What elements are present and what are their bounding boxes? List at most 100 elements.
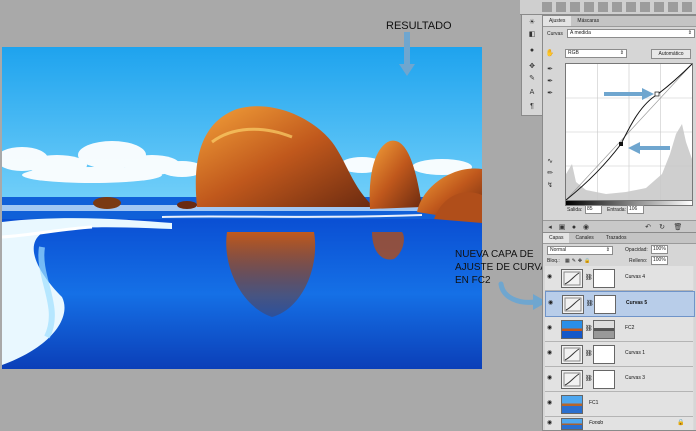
layer-row-fc2[interactable]: ◉ ⛓ FC2 [545,317,693,342]
curves-graph-svg [565,63,693,201]
eyedropper-icon[interactable]: ✎ [527,73,537,83]
target-adjust-icon[interactable]: ✋ [545,48,555,58]
auto-button[interactable]: Automático [651,49,691,59]
seascape-photo [2,47,482,369]
tab-capas[interactable]: Capas [543,233,570,243]
eye-icon[interactable]: ◉ [547,274,555,280]
image-thumb [561,395,583,414]
document-canvas-photo[interactable] [2,47,482,369]
eye-icon[interactable]: ◉ [547,420,555,426]
visibility-icon[interactable]: ◉ [581,222,591,232]
layers-tabbar: Capas Canales Trazados [543,233,696,244]
layer-row-curvas-3[interactable]: ◉ ⛓ Curvas 3 [545,367,693,392]
input-label: Entrada: [607,207,626,213]
reset-icon[interactable]: ↻ [657,222,667,232]
link-icon: ⛓ [585,275,593,281]
fill-label: Relleno: [629,258,648,264]
preset-label: Curvas [547,31,563,37]
previous-state-icon[interactable]: ↶ [643,222,653,232]
layer-row-curvas-4[interactable]: ◉ ⛓ Curvas 4 [545,266,693,291]
lock-icons[interactable]: ▦✎✥🔒 [565,258,592,264]
layer-row-fondo[interactable]: ◉ Fondo 🔒 [545,417,693,430]
eye-icon[interactable]: ◉ [548,300,556,306]
expand-icon[interactable]: ▣ [557,222,567,232]
output-field[interactable]: 85 [585,205,602,214]
curves-adjustment-icon [562,295,584,314]
eye-icon[interactable]: ◉ [547,375,555,381]
top-dock-strip [520,0,696,15]
smooth-icon[interactable]: ↯ [545,180,555,190]
layer-name: FC2 [625,325,635,331]
layer-row-curvas-1[interactable]: ◉ ⛓ Curvas 1 [545,342,693,367]
link-icon: ⛓ [585,326,593,332]
image-thumb [561,320,583,339]
swatch-strip[interactable] [542,2,694,12]
layer-mask-thumb[interactable] [593,345,615,364]
layer-row-curvas-5[interactable]: ◉ ⛓ Curvas 5 [545,291,695,317]
link-icon: ⛓ [585,351,593,357]
adjustments-tabbar: Ajustes Máscaras [543,16,696,27]
layer-mask-thumb[interactable] [593,320,615,339]
image-thumb [561,418,583,430]
eye-icon[interactable]: ◉ [547,325,555,331]
layer-mask-thumb[interactable] [593,269,615,288]
tab-trazados[interactable]: Trazados [600,233,633,243]
layer-name: Curvas 3 [625,375,646,381]
preset-value: A medida [570,30,591,36]
curves-adjustment-icon [561,269,583,288]
curve-points-icon[interactable]: ∿ [545,156,555,166]
layer-mask-thumb[interactable] [593,370,615,389]
preset-select[interactable]: A medida ⇕ [567,29,695,38]
channel-value: RGB [568,50,579,56]
blend-mode-value: Normal [550,247,567,253]
layer-list: ◉ ⛓ Curvas 4 ◉ ⛓ Curvas 5 ◉ ⛓ FC2 ◉ ⛓ Cu… [545,266,695,430]
clip-icon[interactable]: ● [569,222,579,232]
layer-mask-thumb[interactable] [594,295,616,314]
layers-panel: Capas Canales Trazados Normal ⇕ Opacidad: … [542,232,696,431]
trash-icon[interactable]: 🗑 [673,222,683,232]
sun-icon[interactable]: ☀ [527,17,537,27]
layer-name: Curvas 5 [626,300,648,306]
layer-name: Fondo [589,420,604,426]
curves-adjustment-icon [561,345,583,364]
annotation-resultado: RESULTADO [386,20,452,32]
black-point-eyedropper-icon[interactable]: ✒ [545,64,555,74]
tab-ajustes[interactable]: Ajustes [543,16,572,26]
link-icon: ⛓ [586,301,594,307]
back-icon[interactable]: ◂ [545,222,555,232]
curves-graph[interactable] [565,63,693,201]
eye-icon[interactable]: ◉ [547,350,555,356]
panel-icon-column: ☀ ◧ ● ✥ ✎ A ¶ [521,14,543,116]
opacity-label: Opacidad: [625,247,648,253]
clone-source-icon[interactable]: ✥ [527,61,537,71]
lock-label: Bloq.: [547,258,560,264]
blend-mode-select[interactable]: Normal ⇕ [547,246,613,255]
lock-icon: 🔒 [677,420,685,426]
input-field[interactable]: 106 [627,205,644,214]
output-label: Salida: [567,207,583,213]
pencil-icon[interactable]: ✏ [545,168,555,178]
info-icon[interactable]: ● [527,45,537,55]
tab-canales[interactable]: Canales [569,233,599,243]
annotation-line-1: NUEVA CAPA DE [455,249,534,260]
layer-name: FC1 [589,400,599,406]
link-icon: ⛓ [585,376,593,382]
layer-name: Curvas 4 [625,274,646,280]
channel-select[interactable]: RGB ⇕ [565,49,627,58]
annotation-line-2: AJUSTE DE CURVAS [455,262,554,273]
gray-point-eyedropper-icon[interactable]: ✒ [545,76,555,86]
layer-name: Curvas 1 [625,350,646,356]
adjustments-panel: Ajustes Máscaras Curvas A medida ⇕ ✋ RGB … [542,15,696,233]
opacity-field[interactable]: 100% [651,245,668,254]
tab-mascaras[interactable]: Máscaras [571,16,605,26]
white-point-eyedropper-icon[interactable]: ✒ [545,88,555,98]
character-icon[interactable]: A [527,87,537,97]
navigator-icon[interactable]: ◧ [527,29,537,39]
chevron-down-icon: ⇕ [687,30,692,36]
eye-icon[interactable]: ◉ [547,400,555,406]
fill-field[interactable]: 100% [651,256,668,265]
layer-row-fc1[interactable]: ◉ FC1 [545,392,693,417]
paragraph-icon[interactable]: ¶ [527,101,537,111]
curves-adjustment-icon [561,370,583,389]
down-arrow-icon [399,32,415,76]
